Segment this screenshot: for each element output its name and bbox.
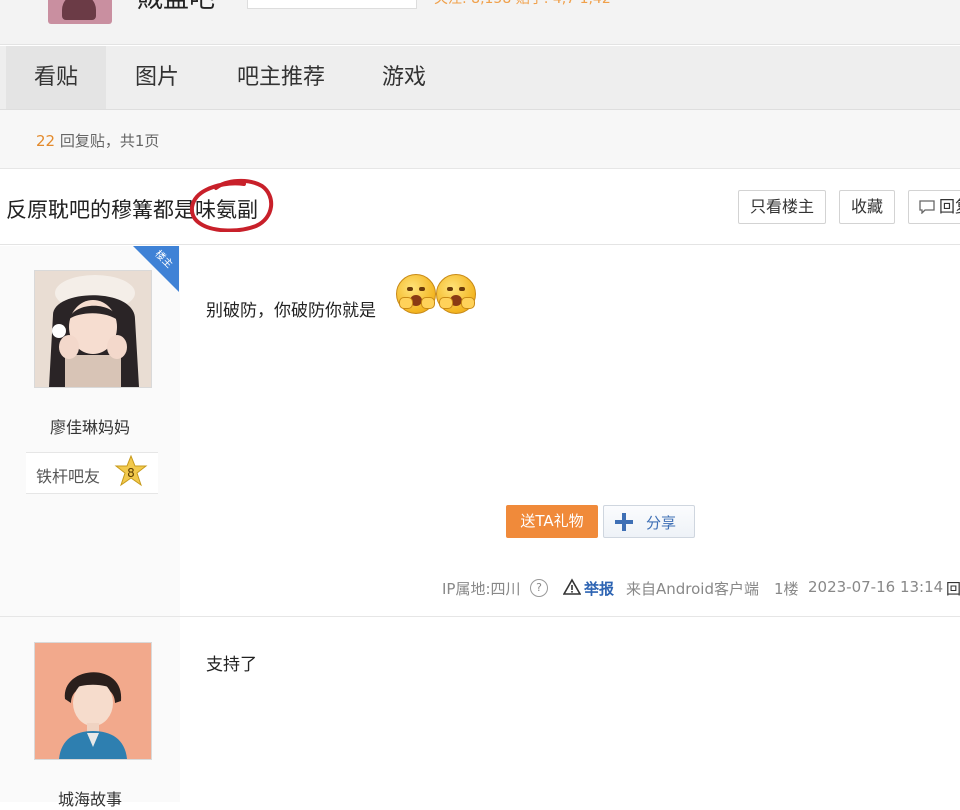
question-circle-icon[interactable]: ? [530,579,548,597]
level-number: 8 [127,466,135,480]
op-badge: 楼主 [133,246,179,292]
level-title: 铁杆吧友 [36,467,101,486]
tab-games[interactable]: 游戏 [360,46,448,109]
reply-thread-button[interactable]: 回复 [908,190,960,224]
tab-posts[interactable]: 看贴 [6,46,106,109]
reply-link[interactable]: 回复 [946,578,960,599]
follow-button[interactable] [247,0,417,9]
favorite-button[interactable]: 收藏 [839,190,895,224]
only-op-button[interactable]: 只看楼主 [738,190,826,224]
red-circle-annotation [189,179,273,232]
forum-avatar-figure [62,0,96,20]
share-label: 分享 [646,514,677,532]
reply-thread-label: 回复 [939,197,960,216]
reply-count-number: 22 [36,132,56,150]
reply-count: 22 回复贴，共1页 [36,130,159,151]
tab-recommended[interactable]: 吧主推荐 [220,46,342,109]
post-time: 2023-07-16 13:14 [808,578,944,596]
report-link[interactable]: 举报 [584,578,614,599]
warning-triangle-icon[interactable] [563,578,581,596]
client-source: 来自Android客户端 [626,580,759,598]
star-badge-icon: 8 [114,455,148,487]
shocked-emoji-icon [396,274,436,314]
floor-number: 1楼 [774,580,799,598]
avatar[interactable] [34,642,152,760]
post-content: 别破防，你破防你就是 [206,301,376,321]
plus-icon [615,513,633,531]
tab-images[interactable]: 图片 [110,46,204,109]
reply-count-text: 回复贴，共1页 [55,132,160,150]
avatar-image [35,643,151,759]
forum-name[interactable]: 賊盘吧 [137,0,215,15]
shocked-emoji-icon [436,274,476,314]
comment-icon [919,200,935,214]
divider [0,244,960,245]
gift-button[interactable]: 送TA礼物 [506,505,598,538]
author-name[interactable]: 廖佳琳妈妈 [0,414,180,438]
author-name[interactable]: 城海故事 [0,786,180,810]
post-content: 支持了 [206,655,257,675]
ip-location: IP属地:四川 [442,580,521,598]
forum-stats: 关注: 8,158 贴子: 4,7 1,42 [434,0,611,8]
